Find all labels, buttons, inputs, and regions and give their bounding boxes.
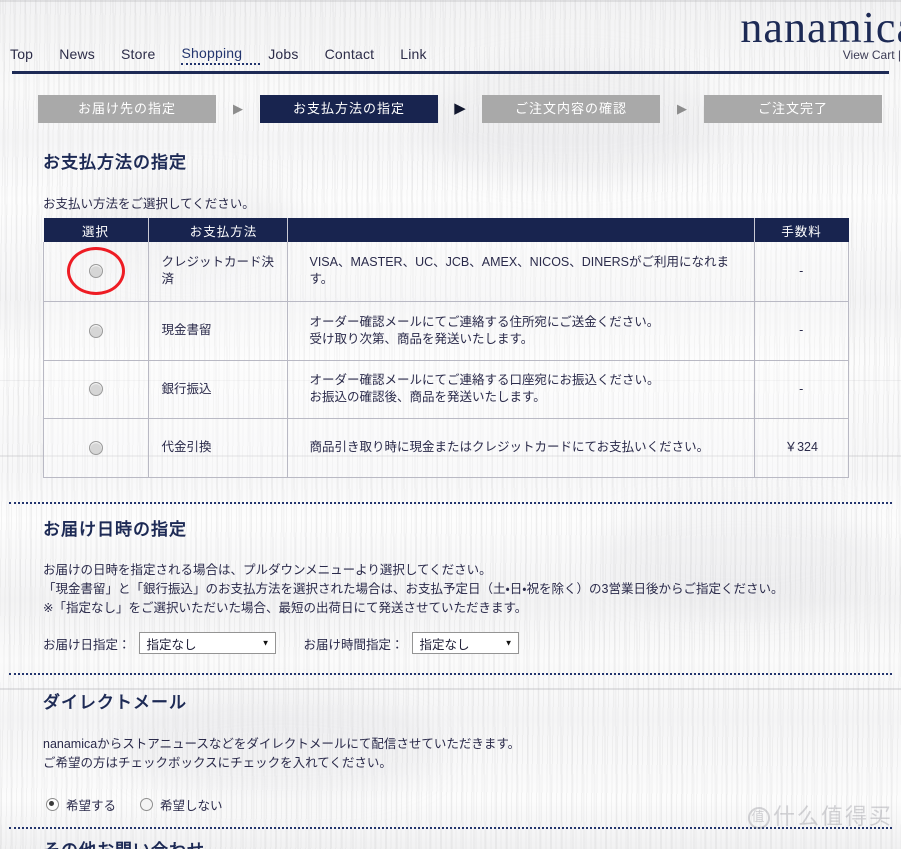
column-header-method: お支払方法 (148, 218, 288, 242)
description-line: 受け取り次第、商品を発送いたします。 (309, 331, 534, 346)
table-row: クレジットカード決済 VISA、MASTER、UC、JCB、AMEX、NICOS… (43, 242, 849, 302)
table-row: 代金引換 商品引き取り時に現金またはクレジットカードにてお支払いください。 ￥3… (43, 418, 849, 478)
payment-radio-cash-on-delivery[interactable] (88, 440, 103, 455)
step-order-complete[interactable]: ご注文完了 (704, 95, 882, 123)
payment-method-description: VISA、MASTER、UC、JCB、AMEX、NICOS、DINERSがご利用… (286, 242, 755, 302)
payment-method-name: 代金引換 (147, 418, 288, 478)
delivery-note-line-3: ※「指定なし」をご選択いただいた場合、最短の出荷日にて発送させていただきます。 (43, 601, 528, 615)
delivery-date-value: 指定なし (146, 637, 197, 652)
delivery-date-label: お届け日指定： (43, 637, 131, 652)
payment-method-description: オーダー確認メールにてご連絡する住所宛にご送金ください。 受け取り次第、商品を発… (286, 301, 755, 361)
table-row: 銀行振込 オーダー確認メールにてご連絡する口座宛にお振込ください。 お振込の確認… (43, 360, 849, 419)
delivery-selects-row: お届け日指定： 指定なし ▼ お届け時間指定： 指定なし ▼ (43, 632, 901, 654)
column-header-select: 選択 (43, 218, 149, 242)
payment-select-cell (43, 360, 149, 419)
nav-item-store[interactable]: Store (121, 46, 173, 65)
step-payment-method[interactable]: お支払方法の指定 (260, 95, 438, 123)
step-arrow-icon: ▶ (454, 100, 466, 117)
direct-mail-options-row: 希望する 希望しない (46, 795, 901, 814)
payment-fee: - (753, 242, 849, 302)
table-header-row: 選択 お支払方法 手数料 (43, 218, 849, 242)
step-shipping-address[interactable]: お届け先の指定 (38, 95, 216, 123)
section-divider (9, 673, 892, 675)
direct-mail-note-line-2: ご希望の方はチェックボックスにチェックを入れてください。 (43, 756, 392, 770)
section-divider (9, 502, 892, 504)
other-inquiries-title: その他お問い合わせ (43, 836, 205, 849)
direct-mail-option-unsubscribe[interactable]: 希望しない (140, 795, 223, 814)
payment-fee: ￥324 (753, 418, 849, 478)
payment-select-cell (43, 418, 149, 478)
delivery-time-value: 指定なし (419, 637, 470, 652)
direct-mail-option-label: 希望しない (160, 799, 223, 813)
section-divider (9, 827, 892, 829)
nav-item-shopping[interactable]: Shopping (181, 45, 261, 65)
direct-mail-section: ダイレクトメール nanamicaからストアニュースなどをダイレクトメールにて配… (0, 688, 901, 814)
delivery-time-select[interactable]: 指定なし ▼ (411, 632, 519, 654)
nanamica-logo[interactable]: nanamica (740, 2, 901, 53)
direct-mail-section-title: ダイレクトメール (43, 693, 187, 712)
column-header-description (287, 218, 755, 242)
chevron-down-icon: ▼ (261, 638, 270, 648)
step-order-review[interactable]: ご注文内容の確認 (482, 95, 660, 123)
description-line: オーダー確認メールにてご連絡する口座宛にお振込ください。 (309, 373, 660, 387)
payment-select-cell (43, 301, 149, 361)
payment-radio-cash-registered-mail[interactable] (88, 323, 103, 338)
delivery-datetime-section: お届け日時の指定 お届けの日時を指定される場合は、プルダウンメニューより選択して… (0, 515, 901, 654)
delivery-time-label: お届け時間指定： (303, 637, 404, 652)
payment-method-description: 商品引き取り時に現金またはクレジットカードにてお支払いください。 (286, 418, 755, 478)
step-arrow-icon: ▶ (233, 101, 243, 116)
payment-fee: - (753, 360, 849, 419)
step-arrow-icon: ▶ (677, 101, 687, 116)
payment-method-name: 銀行振込 (147, 360, 288, 419)
payment-fee: - (753, 301, 849, 361)
description-line: VISA、MASTER、UC、JCB、AMEX、NICOS、DINERSがご利用… (309, 255, 729, 287)
payment-method-name: クレジットカード決済 (147, 242, 288, 302)
delivery-date-select[interactable]: 指定なし ▼ (138, 632, 276, 654)
payment-section-title: お支払方法の指定 (43, 153, 187, 172)
delivery-note-line-1: お届けの日時を指定される場合は、プルダウンメニューより選択してください。 (43, 563, 492, 577)
delivery-section-title: お届け日時の指定 (43, 520, 187, 539)
direct-mail-option-subscribe[interactable]: 希望する (46, 795, 116, 814)
payment-radio-credit-card[interactable] (88, 264, 103, 279)
direct-mail-note-line-1: nanamicaからストアニュースなどをダイレクトメールにて配信させていただきま… (43, 737, 521, 751)
chevron-down-icon: ▼ (504, 638, 513, 648)
table-row: 現金書留 オーダー確認メールにてご連絡する住所宛にご送金ください。 受け取り次第… (43, 301, 849, 361)
nav-item-link[interactable]: Link (400, 46, 444, 65)
column-header-fee: 手数料 (754, 218, 849, 242)
nav-item-contact[interactable]: Contact (325, 46, 393, 65)
description-line: オーダー確認メールにてご連絡する住所宛にご送金ください。 (309, 314, 660, 329)
delivery-note-line-2: 「現金書留」と「銀行振込」のお支払方法を選択された場合は、お支払予定日（土・日・… (43, 582, 784, 596)
nav-item-news[interactable]: News (59, 46, 113, 65)
nav-item-jobs[interactable]: Jobs (268, 46, 316, 65)
payment-radio-bank-transfer[interactable] (88, 382, 103, 397)
nav-item-top[interactable]: Top (10, 46, 51, 65)
direct-mail-radio-unsubscribe[interactable] (140, 798, 154, 811)
checkout-step-breadcrumb: お届け先の指定 ▶ お支払方法の指定 ▶ ご注文内容の確認 ▶ ご注文完了 (38, 95, 882, 123)
payment-method-description: オーダー確認メールにてご連絡する口座宛にお振込ください。 お振込の確認後、商品を… (286, 360, 755, 419)
radio-wrapper (66, 246, 125, 295)
payment-method-section: お支払方法の指定 お支払い方法をご選択してください。 (0, 148, 901, 214)
description-line: お振込の確認後、商品を発送いたします。 (309, 390, 546, 404)
payment-select-cell (43, 242, 149, 302)
payment-method-table: 選択 お支払方法 手数料 クレジットカード決済 VISA、MASTER、UC、J… (43, 218, 849, 478)
payment-method-name: 現金書留 (147, 301, 288, 361)
main-navigation: Top News Store Shopping Jobs Contact Lin… (10, 45, 453, 65)
header-rule (12, 71, 889, 74)
description-line: 商品引き取り時に現金またはクレジットカードにてお支払いください。 (309, 440, 710, 454)
site-header: nanamica View Cart | Top News Store Shop… (0, 0, 901, 76)
direct-mail-option-label: 希望する (66, 799, 117, 813)
view-cart-link[interactable]: View Cart | (843, 48, 901, 62)
direct-mail-radio-subscribe[interactable] (46, 798, 59, 811)
payment-section-note: お支払い方法をご選択してください。 (43, 197, 255, 211)
